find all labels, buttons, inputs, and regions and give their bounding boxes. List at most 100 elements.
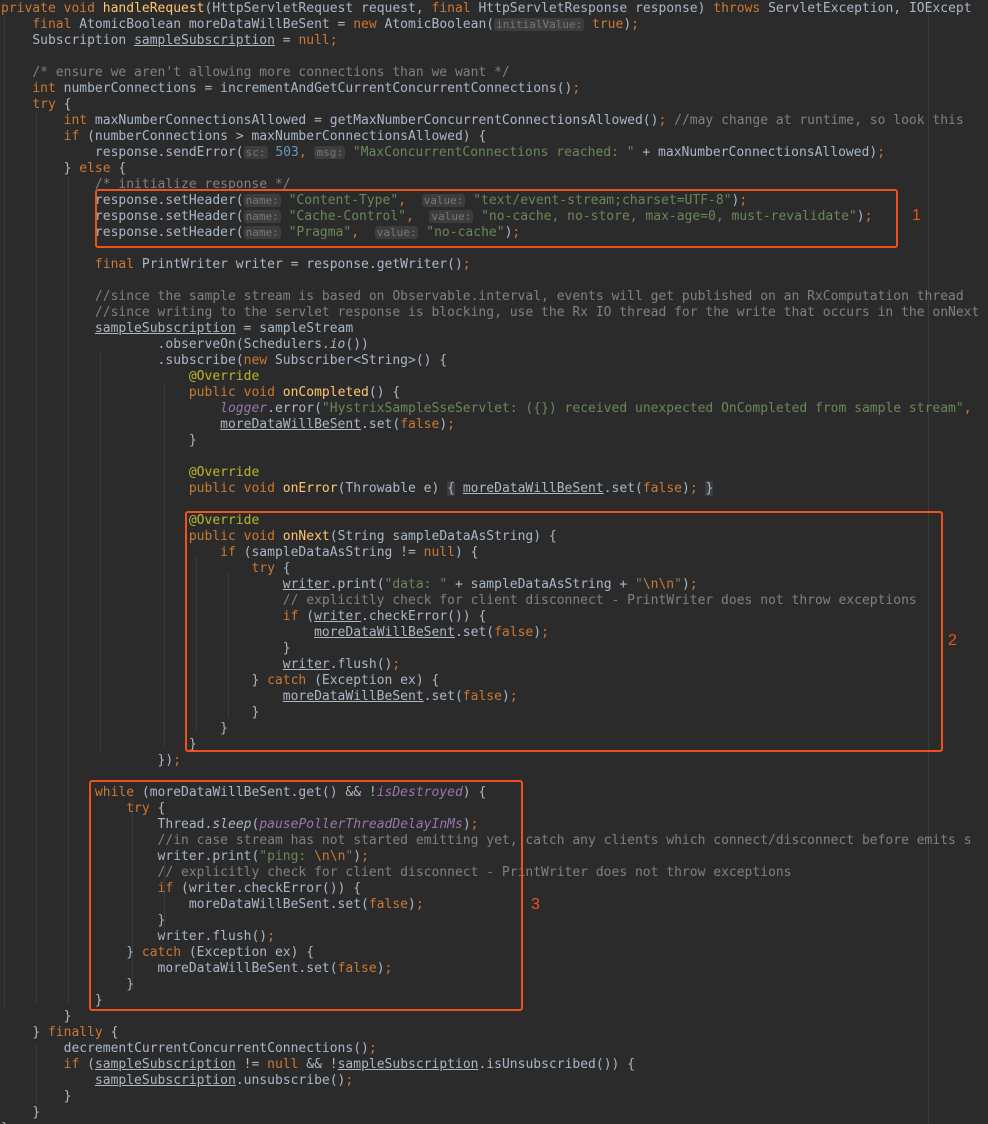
code-line[interactable]: } [1, 1009, 72, 1025]
code-line[interactable]: public void onCompleted() { [1, 385, 400, 401]
code-line[interactable]: if (sampleSubscription != null && !sampl… [1, 1057, 635, 1073]
code-line[interactable]: } [1, 433, 197, 449]
highlight-box-1 [95, 189, 898, 248]
code-token: ; [447, 417, 455, 432]
code-line[interactable]: } else { [1, 161, 127, 177]
code-line[interactable]: } [1, 993, 103, 1009]
code-line[interactable]: .observeOn(Schedulers.io()) [1, 337, 369, 353]
code-line[interactable]: @Override [1, 369, 259, 385]
code-token: @Override [188, 465, 260, 480]
code-token: false [400, 417, 440, 432]
code-line[interactable]: } [1, 1105, 40, 1121]
code-token: (Throwable e) [337, 481, 448, 496]
code-token: ( [79, 1057, 95, 1072]
code-token: moreDataWillBeSent [462, 481, 604, 496]
code-token: .isUnsubscribed()) { [478, 1057, 636, 1072]
highlight-label-1: 1 [912, 207, 921, 224]
code-token: } [188, 433, 197, 448]
code-token: true [592, 17, 624, 32]
code-token: if [63, 1057, 80, 1072]
code-token: final [32, 17, 72, 32]
code-line[interactable]: .subscribe(new Subscriber<String>() { [1, 353, 448, 369]
code-token: null [267, 1057, 299, 1072]
code-line[interactable]: response.sendError(sc: 503, msg: "MaxCon… [1, 145, 885, 161]
parameter-hint: msg: [314, 146, 345, 159]
code-token: "HystrixSampleSseServlet: ({}) received … [321, 401, 964, 416]
code-token: 503 [275, 145, 299, 160]
code-line[interactable]: final AtomicBoolean moreDataWillBeSent =… [1, 17, 639, 33]
code-line[interactable]: public void onError(Throwable e) { moreD… [1, 481, 714, 497]
code-line[interactable]: try { [1, 97, 71, 113]
code-token: final [431, 1, 471, 16]
code-token: //may change at runtime, so look this [666, 113, 964, 128]
code-line[interactable]: } [1, 1089, 72, 1105]
code-token: } [32, 1105, 41, 1120]
code-token: maxNumberConnectionsAllowed = getMaxNumb… [87, 113, 659, 128]
code-token: public [188, 385, 236, 400]
code-token: + maxNumberConnectionsAllowed) [634, 145, 878, 160]
code-line[interactable]: } finally { [1, 1025, 118, 1041]
code-token: sampleSubscription [94, 1057, 236, 1072]
code-token: ) [623, 17, 632, 32]
code-line[interactable]: if (numberConnections > maxNumberConnect… [1, 129, 487, 145]
code-token: ()) [345, 337, 369, 352]
code-line[interactable]: sampleSubscription = sampleStream [1, 321, 353, 337]
code-line[interactable]: }); [1, 753, 181, 769]
code-line[interactable]: decrementCurrentConcurrentConnections(); [1, 1041, 377, 1057]
code-token: ; [631, 17, 639, 32]
code-token: if [63, 129, 80, 144]
code-line[interactable]: /* ensure we aren't allowing more connec… [1, 65, 510, 81]
code-line[interactable]: int maxNumberConnectionsAllowed = getMax… [1, 113, 964, 129]
code-token: /* ensure we aren't allowing more connec… [32, 65, 510, 80]
code-token: logger [220, 401, 268, 416]
code-line[interactable]: final PrintWriter writer = response.getW… [1, 257, 471, 273]
code-token: { [447, 481, 455, 496]
code-line[interactable]: @Override [1, 465, 259, 481]
code-line[interactable]: moreDataWillBeSent.set(false); [1, 417, 455, 433]
code-token: .unsubscribe() [235, 1073, 346, 1088]
code-line[interactable]: //since the sample stream is based on Ob… [1, 289, 964, 305]
code-token: ) [681, 481, 690, 496]
code-line[interactable]: logger.error("HystrixSampleSseServlet: (… [1, 401, 972, 417]
code-line[interactable]: Subscription sampleSubscription = null; [1, 33, 338, 49]
code-token: , [963, 401, 972, 416]
code-token: int [63, 113, 88, 128]
code-token: ) [439, 417, 448, 432]
code-token: ; [462, 257, 471, 272]
code-token: sampleSubscription [94, 321, 236, 336]
code-line[interactable]: } [1, 737, 197, 753]
code-token: , [298, 145, 315, 160]
code-line[interactable]: private void handleRequest(HttpServletRe… [1, 1, 972, 17]
code-line[interactable]: //since writing to the servlet response … [1, 305, 979, 321]
code-token: Subscription [32, 33, 135, 48]
code-line[interactable]: sampleSubscription.unsubscribe(); [1, 1073, 353, 1089]
code-token: void [243, 385, 275, 400]
code-token: false [642, 481, 682, 496]
code-editor[interactable]: private void handleRequest(HttpServletRe… [0, 0, 988, 1124]
code-line[interactable]: int numberConnections = incrementAndGetC… [1, 81, 580, 97]
code-token: = sampleStream [235, 321, 354, 336]
code-token: ; [329, 33, 338, 48]
